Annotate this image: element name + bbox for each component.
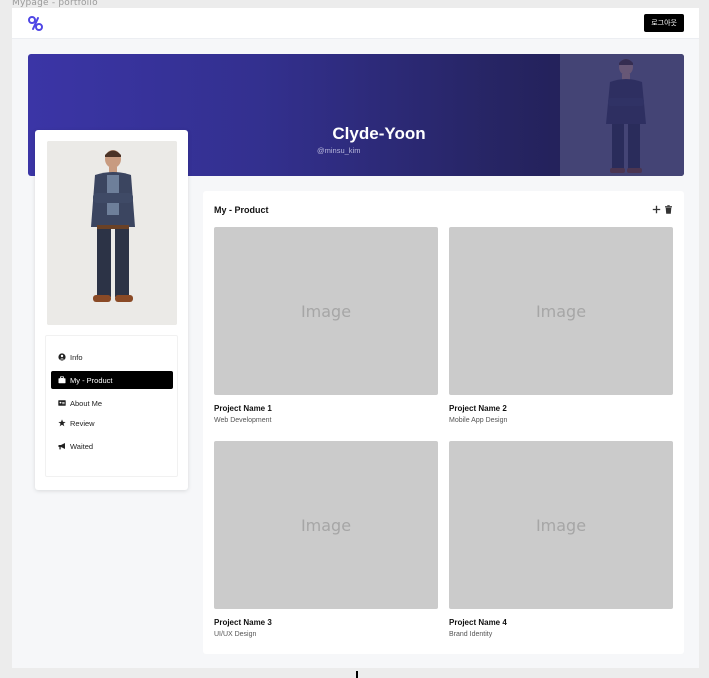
- project-category: UI/UX Design: [214, 631, 257, 638]
- plus-icon[interactable]: [652, 205, 661, 214]
- page: 로그아웃 Clyde-Yoon @minsu_kim Info My - Pro…: [12, 8, 699, 668]
- profile-photo: [47, 141, 177, 325]
- sidebar-item-label: Review: [70, 418, 95, 428]
- id-card-icon: [58, 399, 66, 407]
- banner-photo: [560, 54, 684, 176]
- sidebar-item-label: About Me: [70, 398, 103, 408]
- megaphone-icon: [58, 442, 66, 450]
- sidebar-item-label: My - Product: [70, 375, 113, 385]
- sidebar-item-label: Waited: [70, 441, 94, 451]
- star-icon: [58, 419, 66, 427]
- project-image-placeholder: Image: [449, 227, 673, 395]
- project-card[interactable]: Image Project Name 4 Brand Identity: [449, 441, 673, 638]
- user-circle-icon: [58, 353, 66, 361]
- project-category: Brand Identity: [449, 631, 493, 638]
- logout-button[interactable]: 로그아웃: [644, 14, 684, 32]
- profile-handle: @minsu_kim: [317, 146, 361, 155]
- project-image-placeholder: Image: [214, 227, 438, 395]
- text-cursor: [356, 671, 358, 678]
- logo-icon[interactable]: [28, 16, 43, 31]
- sidebar-item-about-me[interactable]: About Me: [51, 394, 173, 412]
- sidebar-item-my-product[interactable]: My - Product: [51, 371, 173, 389]
- person-portrait-icon: [47, 141, 177, 325]
- project-name: Project Name 1: [214, 404, 272, 413]
- sidebar-item-waited[interactable]: Waited: [51, 437, 173, 455]
- section-title: My - Product: [214, 205, 269, 215]
- sidebar-item-info[interactable]: Info: [51, 348, 173, 366]
- project-image-placeholder: Image: [449, 441, 673, 609]
- project-card[interactable]: Image Project Name 1 Web Development: [214, 227, 438, 424]
- project-card[interactable]: Image Project Name 3 UI/UX Design: [214, 441, 438, 638]
- project-image-placeholder: Image: [214, 441, 438, 609]
- trash-icon[interactable]: [664, 205, 673, 214]
- project-card[interactable]: Image Project Name 2 Mobile App Design: [449, 227, 673, 424]
- project-category: Mobile App Design: [449, 417, 508, 424]
- project-name: Project Name 2: [449, 404, 507, 413]
- top-bar: 로그아웃: [12, 8, 699, 39]
- sidebar-item-label: Info: [70, 352, 83, 362]
- project-name: Project Name 3: [214, 618, 272, 627]
- profile-name: Clyde-Yoon: [332, 124, 426, 143]
- product-panel: My - Product Image Project Name 1 Web De…: [203, 191, 684, 654]
- section-actions: [652, 205, 673, 214]
- frame-label: Mypage - portfolio: [12, 0, 98, 8]
- project-name: Project Name 4: [449, 618, 507, 627]
- side-menu: Info My - Product About Me Review Waited: [45, 335, 178, 477]
- project-category: Web Development: [214, 417, 272, 424]
- briefcase-icon: [58, 376, 66, 384]
- sidebar-item-review[interactable]: Review: [51, 414, 173, 432]
- profile-card: Info My - Product About Me Review Waited: [35, 130, 188, 490]
